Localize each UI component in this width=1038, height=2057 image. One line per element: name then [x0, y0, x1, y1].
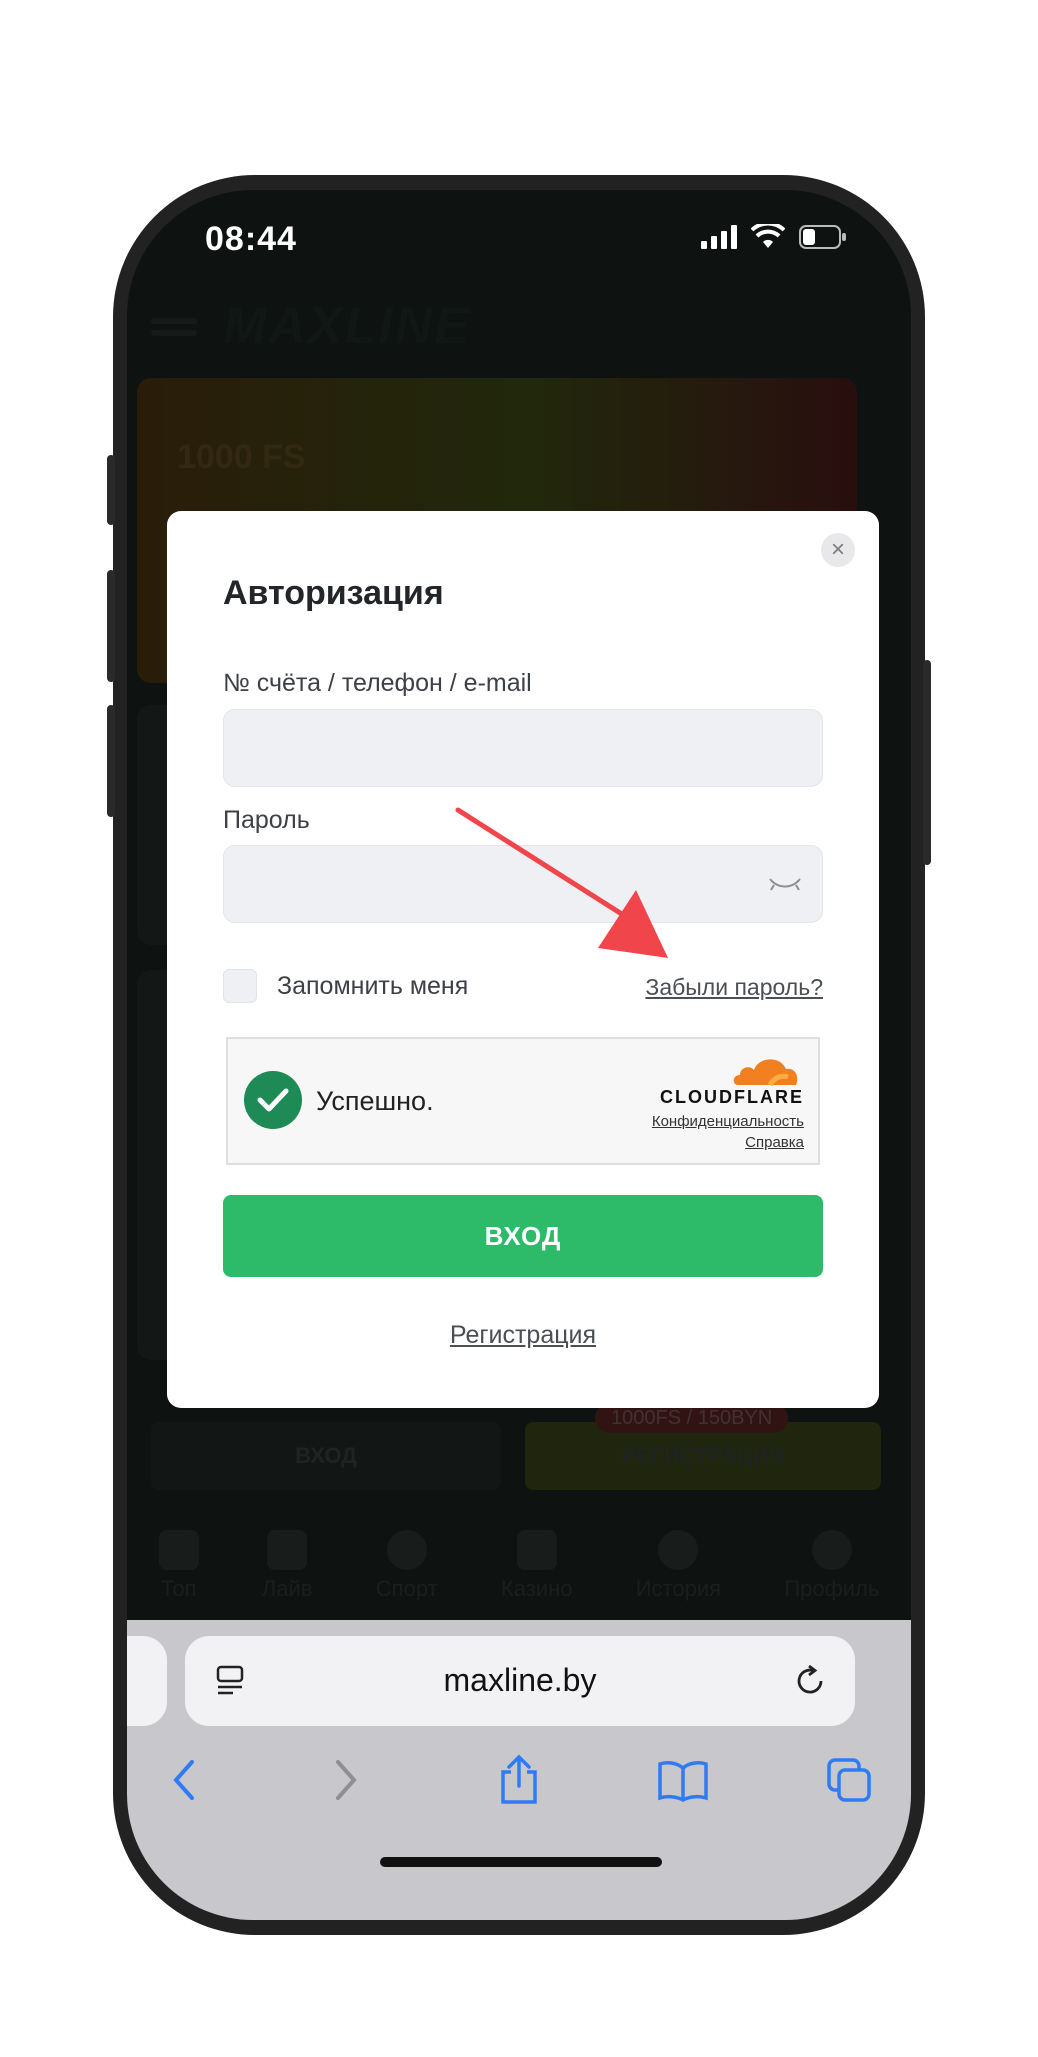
annotation-arrow-icon — [455, 807, 668, 958]
